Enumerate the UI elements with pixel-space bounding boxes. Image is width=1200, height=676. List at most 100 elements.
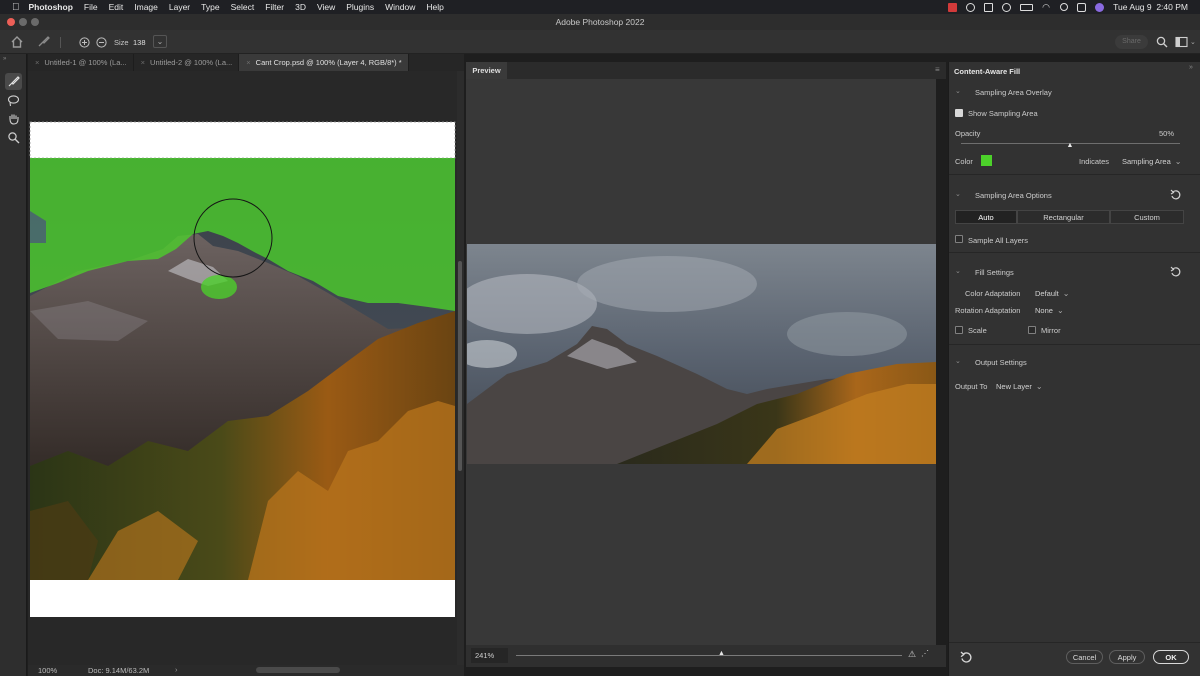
close-tab-icon[interactable]: × <box>246 58 250 67</box>
vertical-scrollbar-track[interactable] <box>457 71 464 665</box>
document-canvas[interactable] <box>28 71 457 665</box>
control-center-icon[interactable] <box>1077 2 1087 12</box>
recording-icon[interactable] <box>948 2 958 12</box>
add-to-sampling-area-icon[interactable] <box>79 37 90 48</box>
menu-app-name[interactable]: Photoshop <box>29 2 73 12</box>
sample-all-layers-checkbox[interactable] <box>955 235 963 243</box>
preview-zoom-slider-handle[interactable]: ▲ <box>718 650 725 657</box>
workspace-icon[interactable] <box>1175 36 1188 48</box>
menu-help[interactable]: Help <box>426 2 443 12</box>
size-dropdown-chevron-icon[interactable]: ⌄ <box>153 35 167 48</box>
opacity-label: Opacity <box>955 129 981 138</box>
canvas-image[interactable] <box>28 71 457 665</box>
minimize-window-button[interactable] <box>19 18 27 26</box>
horizontal-scrollbar-thumb[interactable] <box>256 667 340 673</box>
menu-window[interactable]: Window <box>385 2 415 12</box>
search-icon[interactable] <box>1156 36 1168 48</box>
ok-button[interactable]: OK <box>1153 650 1189 664</box>
zoom-window-button[interactable] <box>31 18 39 26</box>
indicates-dropdown[interactable]: Sampling Area <box>1122 157 1181 166</box>
preview-area[interactable] <box>466 79 936 645</box>
output-to-dropdown[interactable]: New Layer <box>996 382 1043 391</box>
close-window-button[interactable] <box>7 18 15 26</box>
apply-button[interactable]: Apply <box>1109 650 1145 664</box>
preview-cloud <box>787 312 907 356</box>
sampling-brush-tool-icon[interactable] <box>5 73 22 90</box>
mode-auto-button[interactable]: Auto <box>955 210 1017 224</box>
section-output-settings[interactable]: Output Settings <box>975 358 1027 367</box>
section-divider <box>949 642 1200 643</box>
tab-untitled-2[interactable]: × Untitled-2 @ 100% (La... <box>134 54 240 71</box>
preview-zoom-input[interactable]: 241% <box>471 648 508 663</box>
creative-cloud-icon[interactable] <box>966 2 976 12</box>
menubar-clock[interactable]: Tue Aug 9 2:40 PM <box>1113 2 1188 12</box>
display-icon[interactable] <box>984 2 994 12</box>
vertical-scrollbar-thumb[interactable] <box>458 261 462 471</box>
subtract-from-sampling-area-icon[interactable] <box>96 37 107 48</box>
workspace-chevron-icon[interactable]: ⌄ <box>1190 38 1196 46</box>
menu-3d[interactable]: 3D <box>295 2 306 12</box>
hand-tool-icon[interactable] <box>5 110 22 127</box>
show-sampling-area-checkbox[interactable] <box>955 109 963 117</box>
menu-edit[interactable]: Edit <box>109 2 124 12</box>
mirror-checkbox[interactable] <box>1028 326 1036 334</box>
tab-cant-crop[interactable]: × Cant Crop.psd @ 100% (Layer 4, RGB/8*) … <box>239 54 409 71</box>
color-adaptation-dropdown[interactable]: Default <box>1035 289 1069 298</box>
size-input[interactable]: 138 <box>133 38 146 47</box>
reset-sampling-options-icon[interactable] <box>1170 189 1182 201</box>
siri-icon[interactable] <box>1095 2 1105 12</box>
chevron-down-icon[interactable]: ⌄ <box>955 357 961 365</box>
opacity-slider-handle[interactable]: ▲ <box>1067 142 1074 149</box>
zoom-level[interactable]: 100% <box>38 666 57 675</box>
chevron-down-icon[interactable]: ⌄ <box>955 267 961 275</box>
panel-collapse-icon[interactable]: » <box>1189 64 1193 71</box>
rotation-adaptation-dropdown[interactable]: None <box>1035 306 1064 315</box>
menu-layer[interactable]: Layer <box>169 2 190 12</box>
tab-untitled-1[interactable]: × Untitled-1 @ 100% (La... <box>28 54 134 71</box>
brush-tool-preset-icon[interactable] <box>37 35 51 48</box>
panel-menu-icon[interactable]: ≡ <box>935 65 940 74</box>
mac-menubar:  Photoshop File Edit Image Layer Type S… <box>0 0 1200 14</box>
apple-icon[interactable]:  <box>12 2 20 13</box>
mirror-label: Mirror <box>1041 326 1061 335</box>
section-fill-settings[interactable]: Fill Settings <box>975 268 1014 277</box>
panel-title: Content-Aware Fill <box>954 67 1021 76</box>
zoom-tool-icon[interactable] <box>5 129 22 146</box>
overlay-color-swatch[interactable] <box>981 155 992 166</box>
section-sampling-area-overlay[interactable]: Sampling Area Overlay <box>975 88 1052 97</box>
chevron-down-icon[interactable]: ⌄ <box>955 87 961 95</box>
close-tab-icon[interactable]: × <box>141 58 145 67</box>
cancel-button[interactable]: Cancel <box>1066 650 1103 664</box>
menu-image[interactable]: Image <box>134 2 158 12</box>
scale-checkbox[interactable] <box>955 326 963 334</box>
spotlight-search-icon[interactable] <box>1060 3 1069 11</box>
play-icon[interactable] <box>1002 2 1012 12</box>
collapse-tools-icon[interactable]: » <box>3 56 6 62</box>
home-icon[interactable] <box>10 35 24 48</box>
menu-plugins[interactable]: Plugins <box>346 2 374 12</box>
menu-type[interactable]: Type <box>201 2 219 12</box>
close-tab-icon[interactable]: × <box>35 58 39 67</box>
reset-all-icon[interactable] <box>960 651 973 664</box>
mode-rectangular-button[interactable]: Rectangular <box>1017 210 1110 224</box>
tools-panel: » <box>0 54 27 676</box>
chevron-down-icon[interactable]: ⌄ <box>955 190 961 198</box>
lasso-tool-icon[interactable] <box>5 92 22 109</box>
preview-zoom-slider-track[interactable] <box>516 655 902 656</box>
empty-area-top <box>30 122 455 158</box>
reset-fill-settings-icon[interactable] <box>1170 266 1182 278</box>
status-menu-chevron-icon[interactable]: › <box>175 665 178 674</box>
preview-options-icon[interactable]: ⋰ <box>921 649 929 658</box>
options-bar: Size 138 ⌄ Share ⌄ <box>0 30 1200 54</box>
share-button[interactable]: Share <box>1115 35 1148 49</box>
menu-select[interactable]: Select <box>231 2 255 12</box>
section-sampling-area-options[interactable]: Sampling Area Options <box>975 191 1052 200</box>
mode-custom-button[interactable]: Custom <box>1110 210 1184 224</box>
menu-file[interactable]: File <box>84 2 98 12</box>
tab-preview[interactable]: Preview <box>466 62 507 79</box>
battery-icon[interactable] <box>1020 3 1034 11</box>
wifi-icon[interactable]: ◠ <box>1042 2 1051 12</box>
menu-view[interactable]: View <box>317 2 335 12</box>
menu-filter[interactable]: Filter <box>265 2 284 12</box>
opacity-value[interactable]: 50% <box>1159 129 1174 138</box>
